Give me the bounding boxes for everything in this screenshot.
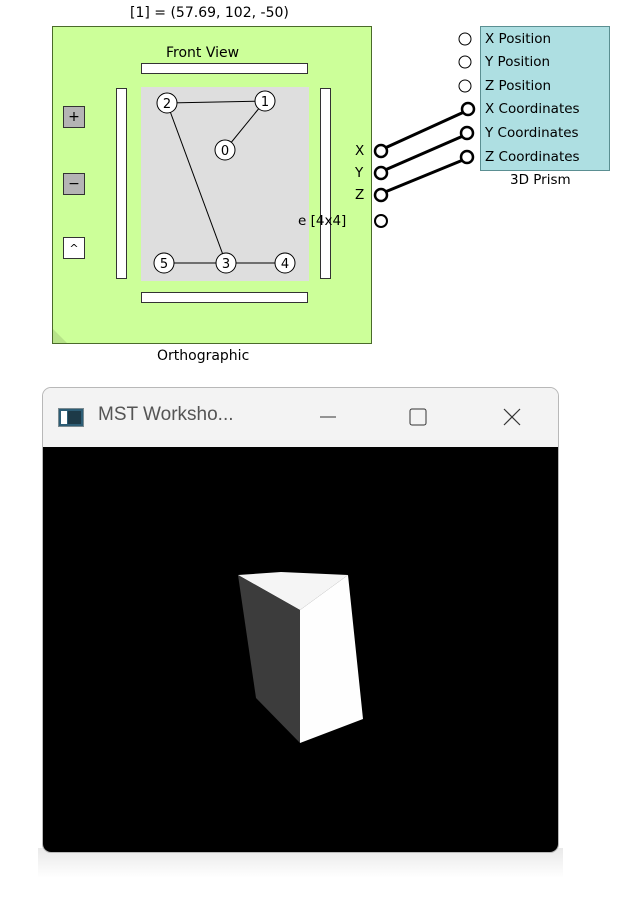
svg-text:1: 1 <box>261 95 269 110</box>
prism-port-label: X Position <box>485 31 552 47</box>
titlebar[interactable]: MST Worksho... <box>43 388 558 446</box>
wire-x <box>384 110 465 150</box>
port-in-x-position[interactable] <box>458 32 472 46</box>
port-in-z-coordinates[interactable] <box>459 149 475 165</box>
block-label: Orthographic <box>157 348 250 364</box>
prism-port-label: Z Position <box>485 78 552 94</box>
port-z-label: Z <box>355 187 365 203</box>
node-2[interactable]: 2 <box>156 92 178 114</box>
port-in-y-coordinates[interactable] <box>459 125 475 141</box>
svg-text:5: 5 <box>160 257 168 272</box>
edge-2-1 <box>166 100 266 104</box>
prism-render <box>238 572 363 743</box>
right-slider[interactable] <box>320 88 331 279</box>
view-label: Front View <box>166 45 240 61</box>
node-3[interactable]: 3 <box>215 252 237 274</box>
node-graph: 0 1 2 3 4 5 <box>153 90 296 274</box>
edge-2-3 <box>166 102 227 264</box>
port-x-label: X <box>355 143 365 159</box>
maximize-icon <box>409 408 427 426</box>
left-slider[interactable] <box>116 88 127 279</box>
maximize-button[interactable] <box>396 401 440 433</box>
minimize-button[interactable] <box>308 401 348 433</box>
node-5[interactable]: 5 <box>153 252 175 274</box>
svg-text:0: 0 <box>221 144 229 159</box>
wire-y <box>384 134 464 172</box>
zoom-in-button[interactable]: + <box>63 106 85 128</box>
port-in-x-coordinates[interactable] <box>460 101 476 117</box>
close-button[interactable] <box>490 401 534 433</box>
svg-text:4: 4 <box>281 257 289 272</box>
port-out-matrix[interactable] <box>374 214 388 228</box>
svg-text:2: 2 <box>163 97 171 112</box>
view-toggle-button[interactable]: ^ <box>63 237 85 259</box>
zoom-out-button[interactable]: − <box>63 173 85 195</box>
bottom-slider[interactable] <box>141 292 308 303</box>
port-matrix-label: e [4x4] <box>298 213 347 229</box>
resize-handle[interactable] <box>53 329 67 343</box>
node-0[interactable]: 0 <box>214 139 236 161</box>
port-out-x[interactable] <box>373 143 389 159</box>
node-1[interactable]: 1 <box>254 90 276 112</box>
prism-port-label: Y Coordinates <box>485 125 579 141</box>
minimize-icon <box>320 416 336 418</box>
window-title: MST Worksho... <box>98 404 234 425</box>
top-slider[interactable] <box>141 63 308 74</box>
app-window-icon <box>58 408 84 427</box>
prism-title: 3D Prism <box>510 172 571 188</box>
port-in-z-position[interactable] <box>458 79 472 93</box>
port-out-z[interactable] <box>373 187 389 203</box>
close-icon <box>503 408 521 426</box>
render-viewport[interactable] <box>43 447 558 852</box>
prism-port-label: Y Position <box>485 54 551 70</box>
prism-port-label: X Coordinates <box>485 101 580 117</box>
port-in-y-position[interactable] <box>458 55 472 69</box>
coordinate-readout: [1] = (57.69, 102, -50) <box>130 5 289 21</box>
prism-port-label: Z Coordinates <box>485 149 580 165</box>
mst-window[interactable]: MST Worksho... <box>42 387 559 853</box>
node-4[interactable]: 4 <box>274 252 296 274</box>
port-y-label: Y <box>355 165 364 181</box>
svg-text:3: 3 <box>222 257 230 272</box>
wire-z <box>384 158 464 194</box>
port-out-y[interactable] <box>373 165 389 181</box>
